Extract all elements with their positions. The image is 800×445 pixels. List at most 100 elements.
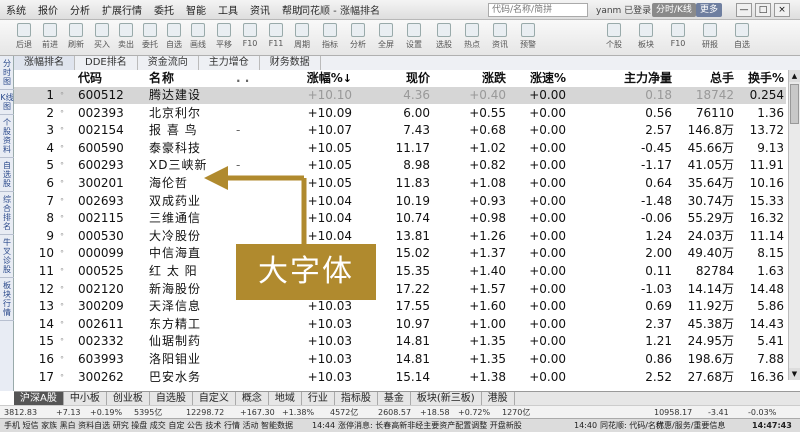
left-tab-1[interactable]: K线图 (0, 90, 14, 115)
close-button[interactable]: × (774, 3, 790, 17)
toolbar-button-13[interactable]: 分析 (344, 23, 372, 53)
toolbar-button-9[interactable]: F10 (236, 23, 264, 53)
tab-gain-rank[interactable]: 涨幅排名 (14, 56, 75, 70)
sheet-tab-9[interactable]: 基金 (378, 392, 411, 405)
col-change-header[interactable]: 涨跌 (434, 70, 506, 87)
table-row[interactable]: ° 5 600293 XD三峡新 - +10.05 8.98 +0.82 +0.00 -1.17 4… (14, 157, 786, 174)
search-input[interactable]: 代码/名称/简拼 (488, 3, 588, 17)
toolbar-button-8[interactable]: 平移 (210, 23, 238, 53)
toolbar-button-21[interactable]: 板块 (632, 23, 660, 53)
more-button[interactable]: 更多 (696, 3, 723, 17)
table-row[interactable]: ° 6 300201 海伦哲 +10.05 11.83 +1.08 +0.00 0.64 35.6… (14, 175, 786, 192)
menu-smart[interactable]: 智能 (180, 2, 212, 17)
sheet-tab-0[interactable]: 沪深A股 (14, 392, 64, 405)
sheet-tab-7[interactable]: 行业 (302, 392, 335, 405)
col-speed-header[interactable]: 涨速% (514, 70, 566, 87)
service-link[interactable]: 优惠/服务/重要信息 (656, 419, 725, 433)
cell-vol: 30.74万 (687, 193, 734, 208)
tab-dde-rank[interactable]: DDE排名 (75, 56, 138, 70)
minimize-button[interactable]: — (736, 3, 752, 17)
tab-fund-flow[interactable]: 资金流向 (138, 56, 199, 70)
toolbar-button-20[interactable]: 个股 (600, 23, 628, 53)
sheet-tab-4[interactable]: 自定义 (193, 392, 236, 405)
maximize-button[interactable]: □ (755, 3, 771, 17)
menu-analysis[interactable]: 分析 (64, 2, 96, 17)
scroll-up-icon[interactable]: ▲ (789, 70, 800, 82)
toolbar-button-7[interactable]: 画线 (184, 23, 212, 53)
table-row[interactable]: ° 3 002154 报 喜 鸟 - +10.07 7.43 +0.68 +0.00 2.57 14… (14, 122, 786, 139)
table-row[interactable]: ° 9 000530 大冷股份 +10.04 13.81 +1.26 +0.00 1.24 24.… (14, 228, 786, 245)
sheet-tab-5[interactable]: 概念 (236, 392, 269, 405)
toolbar-button-19[interactable]: 预警 (514, 23, 542, 53)
toolbar-button-12[interactable]: 指标 (316, 23, 344, 53)
table-row[interactable]: °11000525红 太 阳+10.0415.35+1.40+0.000.118… (14, 263, 786, 280)
sheet-tab-10[interactable]: 板块(新三板) (411, 392, 482, 405)
sheet-tab-3[interactable]: 自选股 (150, 392, 193, 405)
sheet-tab-11[interactable]: 港股 (482, 392, 515, 405)
left-tab-0[interactable]: 分时图 (0, 56, 14, 90)
table-row[interactable]: ° 8 002115 三维通信 +10.04 10.74 +0.98 +0.00 -0.06 55… (14, 210, 786, 227)
left-tab-5[interactable]: 牛叉诊股 (0, 235, 14, 278)
menu-system[interactable]: 系统 (0, 2, 32, 17)
toolbar-icon (269, 23, 283, 37)
left-tab-2[interactable]: 个股资料 (0, 115, 14, 158)
left-tab-4[interactable]: 综合排名 (0, 192, 14, 235)
menu-quote[interactable]: 报价 (32, 2, 64, 17)
left-tab-6[interactable]: 板块行情 (0, 278, 14, 321)
toolbar-button-23[interactable]: 研报 (696, 23, 724, 53)
table-row[interactable]: ° 16 603993 洛阳钼业 +10.03 14.81 +1.35 +0.00 0.86 19… (14, 351, 786, 368)
tab-finance-data[interactable]: 财务数据 (260, 56, 321, 70)
toolbar-button-17[interactable]: 热点 (458, 23, 486, 53)
cell-price: 7.43 (403, 123, 430, 138)
menu-info[interactable]: 资讯 (244, 2, 276, 17)
table-row[interactable]: ° 7 002693 双成药业 +10.04 10.19 +0.93 +0.00 -1.48 30… (14, 193, 786, 210)
table-row[interactable]: ° 15 002332 仙琚制药 +10.03 14.81 +1.35 +0.00 1.21 24… (14, 333, 786, 350)
col-price-header[interactable]: 现价 (358, 70, 430, 87)
col-code-header[interactable]: 代码 (78, 70, 148, 87)
table-row[interactable]: °12002120新海股份+10.0417.22+1.57+0.00-1.031… (14, 281, 786, 298)
toolbar-button-0[interactable]: 后退 (10, 23, 38, 53)
news-ticker[interactable]: 涨停消息: 长春高新非经主要资产配置调整 开盘新股 (338, 419, 522, 433)
toolbar-icon (607, 23, 621, 37)
news-ticker-2[interactable]: 同花顺: 代码/名称 (600, 419, 664, 433)
col-volume-header[interactable]: 总手 (676, 70, 734, 87)
table-row[interactable]: ° 17 300262 巴安水务 +10.03 15.14 +1.38 +0.00 2.52 27… (14, 369, 786, 386)
sheet-tab-1[interactable]: 中小板 (64, 392, 107, 405)
menu-trade[interactable]: 委托 (148, 2, 180, 17)
table-row[interactable]: ° 4 600590 泰豪科技 +10.05 11.17 +1.02 +0.00 -0.45 45… (14, 140, 786, 157)
scroll-thumb[interactable] (790, 84, 799, 124)
toolbar-button-24[interactable]: 自选 (728, 23, 756, 53)
toolbar-button-22[interactable]: F10 (664, 23, 692, 53)
sheet-tab-2[interactable]: 创业板 (107, 392, 150, 405)
table-row[interactable]: ° 13 300209 天泽信息 +10.03 17.55 +1.60 +0.00 0.69 11… (14, 298, 786, 315)
status-shortcuts[interactable]: 手机 短信 家族 黑白 资料自选 研究 操盘 成交 自定 公告 技术 行情 活动… (4, 419, 293, 433)
col-turnover-header[interactable]: 换手% (736, 70, 784, 87)
menu-tools[interactable]: 工具 (212, 2, 244, 17)
col-name-header[interactable]: 名称 (149, 70, 229, 87)
toolbar-button-2[interactable]: 刷新 (62, 23, 90, 53)
tab-main-increase[interactable]: 主力增仓 (199, 56, 260, 70)
table-row[interactable]: ° 14 002611 东方精工 +10.03 10.97 +1.00 +0.00 2.37 45… (14, 316, 786, 333)
menu-ext-quote[interactable]: 扩展行情 (96, 2, 148, 17)
left-tab-3[interactable]: 自选股 (0, 158, 14, 192)
table-row[interactable]: °10000099中信海直+10.0415.02+1.37+0.002.0049… (14, 245, 786, 262)
table-row[interactable]: ° 1 600512 腾达建设 +10.10 4.36 +0.40 +0.00 0.18 1874… (14, 87, 786, 104)
sheet-tab-6[interactable]: 地域 (269, 392, 302, 405)
kline-button[interactable]: 分时/K线 (652, 3, 696, 17)
toolbar-button-14[interactable]: 全屏 (372, 23, 400, 53)
toolbar-button-10[interactable]: F11 (262, 23, 290, 53)
toolbar-button-18[interactable]: 资讯 (486, 23, 514, 53)
col-extra-header[interactable]: . . (236, 70, 266, 87)
vertical-scrollbar[interactable]: ▲ ▼ (788, 70, 800, 380)
col-pct-header[interactable]: 涨幅%↓ (282, 70, 352, 87)
cell-mf: 2.57 (645, 123, 672, 138)
sheet-tab-8[interactable]: 指标股 (335, 392, 378, 405)
toolbar-button-15[interactable]: 设置 (400, 23, 428, 53)
scroll-down-icon[interactable]: ▼ (789, 368, 800, 380)
toolbar-button-1[interactable]: 前进 (36, 23, 64, 53)
toolbar-button-11[interactable]: 周期 (288, 23, 316, 53)
col-mainflow-header[interactable]: 主力净量 (574, 70, 672, 87)
cell-turn: 7.88 (757, 352, 784, 366)
toolbar-button-16[interactable]: 选股 (430, 23, 458, 53)
table-row[interactable]: ° 2 002393 北京利尔 +10.09 6.00 +0.55 +0.00 0.56 7611… (14, 105, 786, 122)
